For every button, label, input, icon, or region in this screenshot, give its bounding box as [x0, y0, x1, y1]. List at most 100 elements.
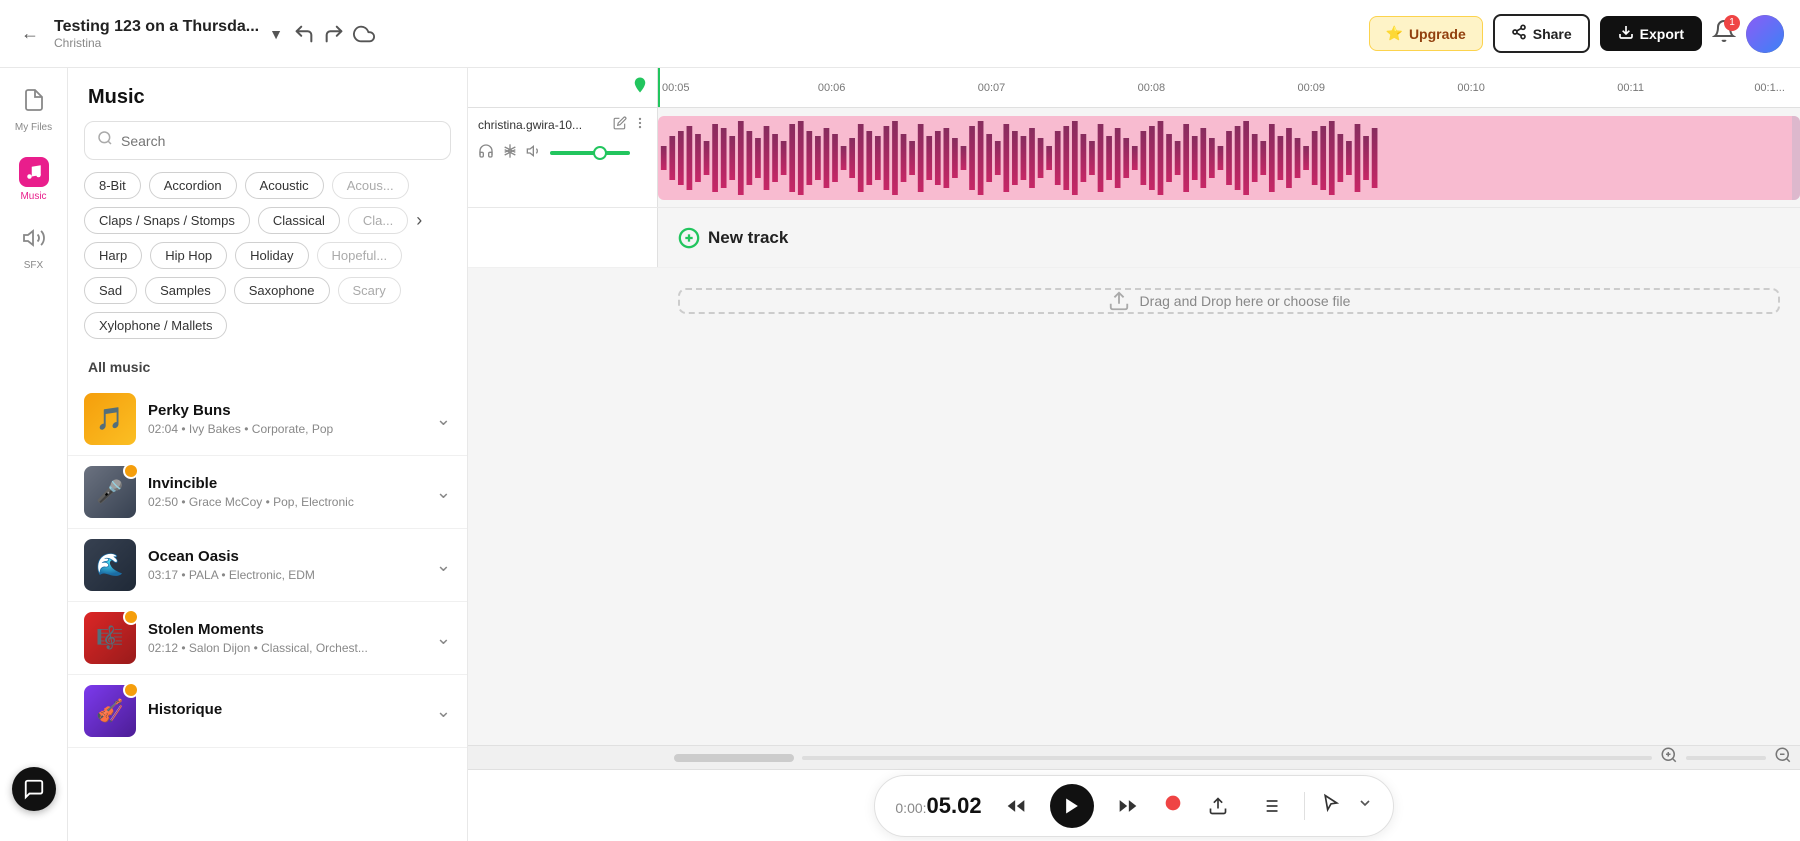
notification-badge: 1 [1724, 15, 1740, 31]
tags-scroll-right-button[interactable]: › [416, 207, 422, 234]
share-icon [1511, 24, 1527, 43]
music-info: Invincible 02:50 • Grace McCoy • Pop, El… [148, 475, 424, 509]
search-icon [97, 130, 113, 151]
chat-button[interactable] [12, 767, 56, 811]
back-button[interactable]: ← [16, 20, 44, 48]
export-button[interactable]: Export [1600, 16, 1702, 51]
left-nav: My Files Music SFX [0, 68, 68, 841]
waveform-end-handle[interactable] [1792, 116, 1800, 200]
tag-classical[interactable]: Classical [258, 207, 340, 234]
tag-accordion[interactable]: Accordion [149, 172, 237, 199]
tag-xylophone[interactable]: Xylophone / Mallets [84, 312, 227, 339]
tag-8bit[interactable]: 8-Bit [84, 172, 141, 199]
project-user: Christina [54, 36, 259, 50]
tag-holiday[interactable]: Holiday [235, 242, 308, 269]
thumb-perky-buns: 🎵 [84, 393, 136, 445]
record-button[interactable] [1162, 792, 1184, 820]
track-mixer-row [478, 139, 647, 162]
snowflake-button[interactable] [502, 143, 518, 162]
ruler-mark: 00:11 [1617, 82, 1644, 94]
my-files-label: My Files [15, 122, 52, 133]
drop-zone[interactable]: Drag and Drop here or choose file [678, 288, 1780, 314]
tag-hopeful[interactable]: Hopeful... [317, 242, 403, 269]
fast-forward-button[interactable] [1110, 788, 1146, 824]
sidebar-item-sfx[interactable]: SFX [6, 218, 62, 279]
tag-claps[interactable]: Claps / Snaps / Stomps [84, 207, 250, 234]
expand-icon[interactable]: ⌄ [436, 409, 451, 430]
cursor-select-button[interactable] [1321, 793, 1341, 818]
music-title: Perky Buns [148, 402, 424, 419]
tag-saxophone[interactable]: Saxophone [234, 277, 330, 304]
notification-button[interactable]: 1 [1712, 19, 1736, 49]
zoom-level-bar [1686, 756, 1766, 760]
gold-badge [123, 682, 139, 698]
sidebar-item-music[interactable]: Music [6, 149, 62, 210]
expand-icon[interactable]: ⌄ [436, 555, 451, 576]
share-transport-button[interactable] [1200, 788, 1236, 824]
expand-icon[interactable]: ⌄ [436, 628, 451, 649]
tag-cla[interactable]: Cla... [348, 207, 408, 234]
list-item[interactable]: 🎤 Invincible 02:50 • Grace McCoy • Pop, … [68, 456, 467, 529]
share-label: Share [1533, 26, 1572, 42]
project-title: Testing 123 on a Thursda... [54, 18, 259, 36]
volume-icon-button[interactable] [526, 143, 542, 162]
music-info: Ocean Oasis 03:17 • PALA • Electronic, E… [148, 548, 424, 582]
project-title-group: Testing 123 on a Thursda... Christina [54, 18, 259, 50]
thumb-wrap: 🎼 [84, 612, 136, 664]
export-label: Export [1640, 26, 1684, 42]
tag-sad[interactable]: Sad [84, 277, 137, 304]
tag-acoustic[interactable]: Acoustic [245, 172, 324, 199]
project-dropdown-button[interactable]: ▼ [269, 26, 283, 42]
tag-samples[interactable]: Samples [145, 277, 226, 304]
topbar: ← Testing 123 on a Thursda... Christina … [0, 0, 1800, 68]
tag-hiphop[interactable]: Hip Hop [150, 242, 227, 269]
timeline-ruler: 00:05 00:06 00:07 00:08 00:09 00:10 00:1… [658, 68, 1800, 107]
list-item[interactable]: 🌊 Ocean Oasis 03:17 • PALA • Electronic,… [68, 529, 467, 602]
search-input[interactable] [121, 133, 438, 149]
music-title: Invincible [148, 475, 424, 492]
cloud-sync-button[interactable] [353, 23, 375, 45]
thumb-wrap: 🎤 [84, 466, 136, 518]
sidebar-item-my-files[interactable]: My Files [6, 80, 62, 141]
expand-icon[interactable]: ⌄ [436, 701, 451, 722]
tags-area: 8-Bit Accordion Acoustic Acous... Claps … [68, 172, 467, 347]
toolbar-icons [293, 23, 375, 45]
sfx-icon [22, 226, 46, 256]
undo-button[interactable] [293, 23, 315, 45]
upgrade-button[interactable]: ⭐ Upgrade [1369, 16, 1483, 51]
mix-button[interactable] [1252, 788, 1288, 824]
track-edit-button[interactable] [613, 116, 627, 133]
expand-icon[interactable]: ⌄ [436, 482, 451, 503]
upload-icon [1108, 290, 1130, 312]
zoom-track [802, 756, 1652, 760]
share-button[interactable]: Share [1493, 14, 1590, 53]
list-item[interactable]: 🎵 Perky Buns 02:04 • Ivy Bakes • Corpora… [68, 383, 467, 456]
scroll-thumb[interactable] [674, 754, 794, 762]
track-more-button[interactable] [633, 116, 647, 133]
drop-zone-label: Drag and Drop here or choose file [1140, 293, 1351, 309]
redo-button[interactable] [323, 23, 345, 45]
music-info: Stolen Moments 02:12 • Salon Dijon • Cla… [148, 621, 424, 655]
music-meta: 02:50 • Grace McCoy • Pop, Electronic [148, 495, 424, 509]
new-track-row: New track [468, 208, 1800, 268]
music-list: 🎵 Perky Buns 02:04 • Ivy Bakes • Corpora… [68, 383, 467, 841]
rewind-button[interactable] [998, 788, 1034, 824]
tag-harp[interactable]: Harp [84, 242, 142, 269]
tag-scary[interactable]: Scary [338, 277, 401, 304]
pin-icon[interactable] [631, 76, 649, 99]
cursor-dropdown-button[interactable] [1357, 795, 1373, 816]
new-track-button[interactable]: New track [658, 227, 808, 249]
music-title: Historique [148, 701, 424, 718]
track-waveform[interactable] [658, 116, 1800, 200]
zoom-out-button[interactable] [1774, 746, 1792, 769]
list-item[interactable]: 🎻 Historique ⌄ [68, 675, 467, 748]
play-button[interactable] [1050, 784, 1094, 828]
zoom-in-button[interactable] [1660, 746, 1678, 769]
tag-acoustic2[interactable]: Acous... [332, 172, 409, 199]
avatar[interactable] [1746, 15, 1784, 53]
thumb-wrap: 🎵 [84, 393, 136, 445]
volume-slider[interactable] [550, 151, 630, 155]
headphone-button[interactable] [478, 143, 494, 162]
music-info: Perky Buns 02:04 • Ivy Bakes • Corporate… [148, 402, 424, 436]
list-item[interactable]: 🎼 Stolen Moments 02:12 • Salon Dijon • C… [68, 602, 467, 675]
